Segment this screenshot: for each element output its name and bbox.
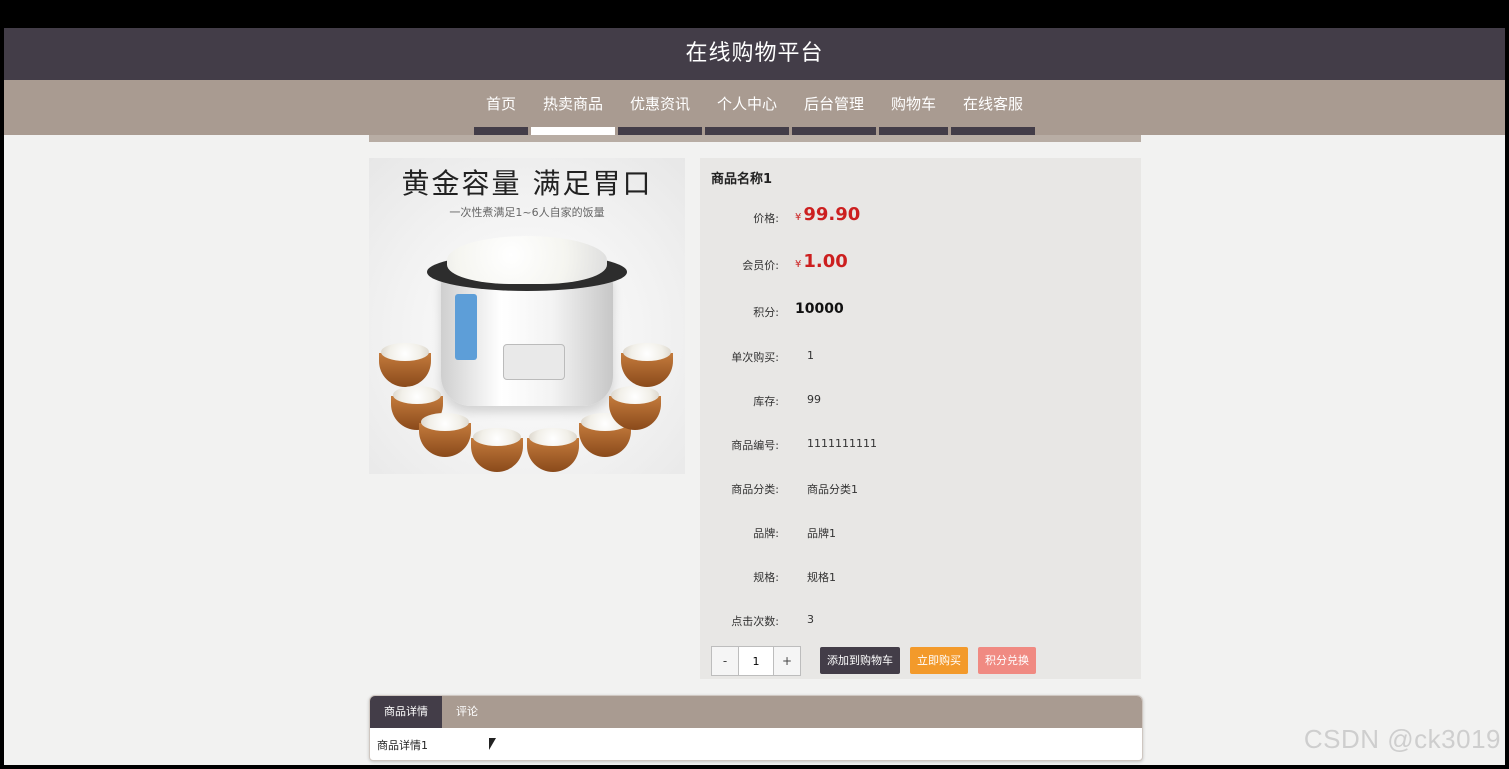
nav-item-hot-products[interactable]: 热卖商品 <box>530 80 615 135</box>
detail-value: 99 <box>807 393 821 406</box>
quantity-stepper: - + <box>711 646 801 676</box>
points-label: 积分: <box>753 306 779 319</box>
quantity-increase-button[interactable]: + <box>774 647 800 675</box>
product-image[interactable]: 黄金容量 满足胃口 一次性煮满足1~6人自家的饭量 <box>369 158 685 474</box>
nav-item-label: 后台管理 <box>804 95 865 113</box>
rice-bowl <box>621 343 673 387</box>
detail-label: 点击次数: <box>731 615 779 628</box>
detail-row-brand: 品牌: 品牌1 <box>700 520 1141 540</box>
redeem-points-button[interactable]: 积分兑换 <box>978 647 1036 674</box>
tab-bar: 商品详情 评论 <box>370 696 1142 728</box>
points-row: 积分: 10000 <box>700 299 1141 319</box>
nav-item-label: 优惠资讯 <box>629 95 690 113</box>
nav-item-label: 首页 <box>485 95 516 113</box>
nav-item-cart[interactable]: 购物车 <box>879 80 949 135</box>
nav-item-home[interactable]: 首页 <box>473 80 528 135</box>
buy-now-button[interactable]: 立即购买 <box>910 647 968 674</box>
detail-label: 商品分类: <box>731 483 779 496</box>
member-price-amount: 1.00 <box>803 251 848 272</box>
product-image-banner-subtitle: 一次性煮满足1~6人自家的饭量 <box>449 206 605 219</box>
rice-bowl <box>527 428 579 472</box>
site-header: 在线购物平台 <box>4 28 1505 80</box>
detail-value: 3 <box>807 613 814 626</box>
currency-symbol: ¥ <box>795 212 802 223</box>
detail-label: 单次购买: <box>731 351 779 364</box>
rice-illustration <box>447 236 607 284</box>
detail-value: 规格1 <box>807 571 836 584</box>
price-amount: 99.90 <box>803 204 861 225</box>
product-image-banner-title: 黄金容量 满足胃口 <box>401 167 653 200</box>
detail-row-purchase-limit: 单次购买: 1 <box>700 344 1141 364</box>
rice-bowl <box>579 413 631 457</box>
rice-bowl <box>379 343 431 387</box>
member-price-row: 会员价: ¥1.00 <box>700 252 1141 275</box>
detail-label: 商品编号: <box>731 439 779 452</box>
detail-label: 库存: <box>753 395 779 408</box>
detail-row-product-code: 商品编号: 1111111111 <box>700 432 1141 452</box>
product-name: 商品名称1 <box>711 172 773 187</box>
nav-item-label: 购物车 <box>891 95 937 113</box>
nav-item-label: 个人中心 <box>716 95 777 113</box>
add-to-cart-button[interactable]: 添加到购物车 <box>820 647 900 674</box>
nav-item-label: 热卖商品 <box>542 95 603 113</box>
detail-value: 品牌1 <box>807 527 836 540</box>
tab-content: 商品详情1 <box>377 739 428 752</box>
nav-item-customer-service[interactable]: 在线客服 <box>951 80 1036 135</box>
product-tabs: 商品详情 评论 商品详情1 <box>369 695 1143 761</box>
price-row: 价格: ¥99.90 <box>700 205 1141 228</box>
csdn-watermark: CSDN @ck3019 <box>1303 724 1501 754</box>
detail-value: 1111111111 <box>807 437 877 450</box>
price-label: 价格: <box>753 212 779 225</box>
site-title: 在线购物平台 <box>685 41 824 66</box>
rice-cooker-panel <box>503 344 565 380</box>
tab-comments[interactable]: 评论 <box>442 696 492 728</box>
nav-item-personal-center[interactable]: 个人中心 <box>704 80 789 135</box>
nav-item-promotions[interactable]: 优惠资讯 <box>617 80 702 135</box>
price-value: ¥99.90 <box>795 205 860 228</box>
nav-item-admin[interactable]: 后台管理 <box>792 80 877 135</box>
nav-item-label: 在线客服 <box>963 95 1024 113</box>
detail-value: 商品分类1 <box>807 483 858 496</box>
detail-label: 品牌: <box>753 527 779 540</box>
quantity-input[interactable] <box>738 647 774 675</box>
nav-divider <box>369 135 1141 142</box>
rice-bowl <box>419 413 471 457</box>
detail-row-stock: 库存: 99 <box>700 388 1141 408</box>
member-price-value: ¥1.00 <box>795 252 848 275</box>
rice-bowl <box>471 428 523 472</box>
product-info-panel: 商品名称1 价格: ¥99.90 会员价: ¥1.00 积分: 10000 单次… <box>700 158 1141 679</box>
detail-label: 规格: <box>753 571 779 584</box>
detail-value: 1 <box>807 349 814 362</box>
browser-viewport: 在线购物平台 首页 热卖商品 优惠资讯 个人中心 后台管理 购物车 在线客服 黄… <box>4 28 1505 765</box>
detail-row-spec: 规格: 规格1 <box>700 564 1141 584</box>
main-nav: 首页 热卖商品 优惠资讯 个人中心 后台管理 购物车 在线客服 <box>4 80 1505 135</box>
mouse-cursor-icon <box>489 738 496 750</box>
rice-cooker-sticker <box>455 294 477 360</box>
currency-symbol: ¥ <box>795 259 802 270</box>
tab-product-details[interactable]: 商品详情 <box>370 696 442 728</box>
detail-row-click-count: 点击次数: 3 <box>700 608 1141 628</box>
quantity-decrease-button[interactable]: - <box>712 647 738 675</box>
member-price-label: 会员价: <box>742 259 779 272</box>
points-value: 10000 <box>795 301 844 317</box>
detail-row-category: 商品分类: 商品分类1 <box>700 476 1141 496</box>
